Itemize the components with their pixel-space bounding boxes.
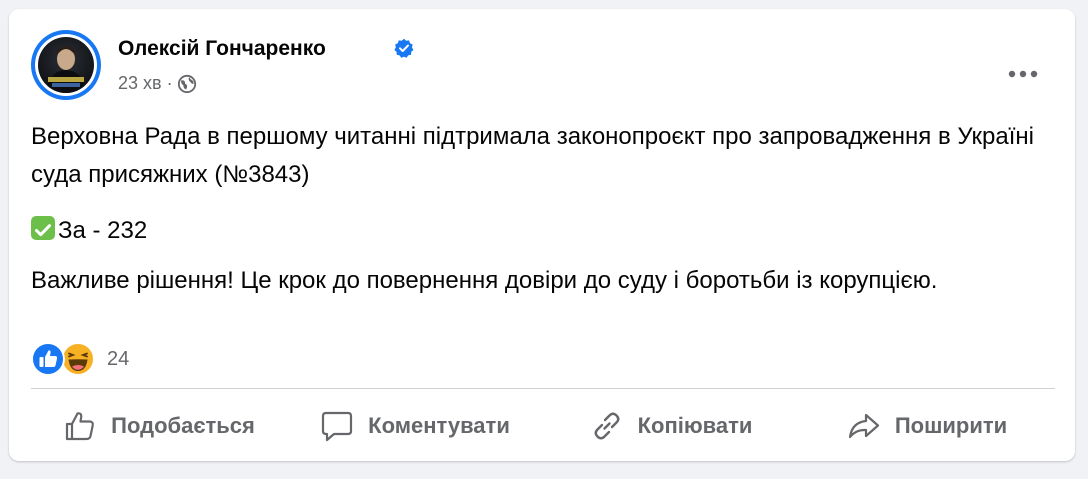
thumbs-up-icon [66,412,95,441]
vote-text: За - 232 [58,217,148,244]
post-actions: Подобається Коментувати Копіювати Пошири… [31,400,1055,452]
link-icon [594,412,620,440]
share-button[interactable]: Поширити [799,400,1055,452]
avatar-photo [38,37,94,93]
copy-button[interactable]: Копіювати [543,400,799,452]
like-button[interactable]: Подобається [31,400,287,452]
ellipsis-icon [1008,70,1038,78]
check-mark-icon [31,216,55,240]
vote-result: За - 232 [31,212,147,250]
post-paragraph: Важливе рішення! Це крок до повернення д… [31,267,938,294]
copy-label: Копіювати [637,413,753,438]
post-timestamp[interactable]: 23 хв [118,73,162,94]
more-options-button[interactable] [1003,54,1043,94]
verified-badge-icon [394,38,414,58]
like-icon [31,342,65,376]
comment-icon [322,411,353,442]
reaction-count[interactable]: 24 [107,348,129,371]
share-label: Поширити [894,413,1008,438]
share-icon [848,413,879,439]
meta-separator: · [166,73,173,93]
author-name[interactable]: Олексій Гончаренко [118,37,326,61]
author-avatar[interactable] [31,30,101,100]
comment-label: Коментувати [368,413,510,438]
globe-icon [177,74,196,93]
reactions-summary[interactable]: 24 [31,342,129,376]
post-header: Олексій Гончаренко 23 хв · [31,30,1055,100]
divider [31,388,1055,389]
post-meta: 23 хв · [118,73,197,94]
haha-icon [61,342,95,376]
post-card: Олексій Гончаренко 23 хв · Верховна Рада… [9,9,1075,461]
post-paragraph: Верховна Рада в першому читанні підтрима… [31,123,1034,188]
comment-button[interactable]: Коментувати [287,400,543,452]
like-label: Подобається [111,413,255,438]
